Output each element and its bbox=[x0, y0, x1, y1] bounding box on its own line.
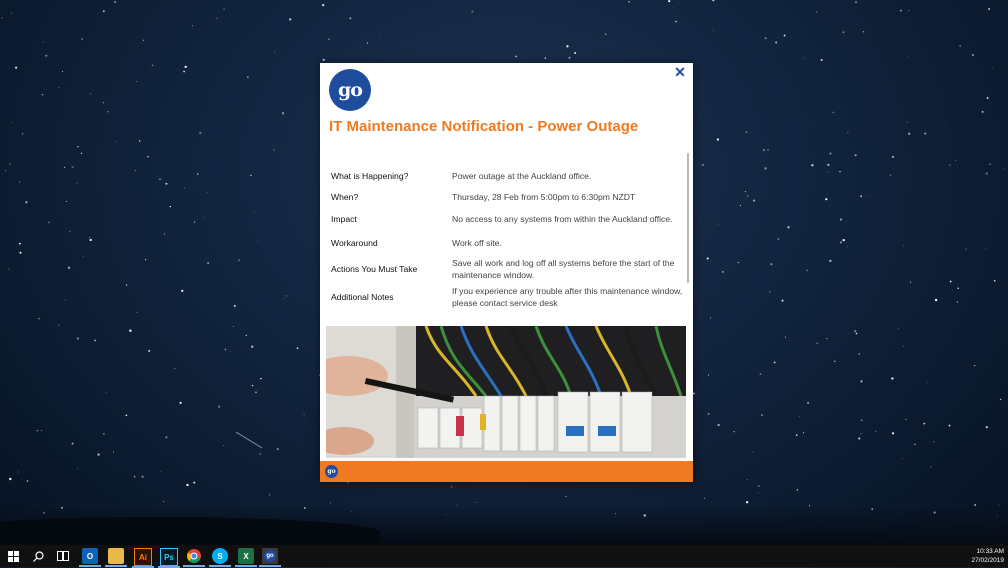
outlook-icon[interactable]: O bbox=[79, 548, 101, 567]
detail-label: Impact bbox=[331, 214, 357, 224]
excel-icon[interactable]: X bbox=[235, 548, 257, 567]
detail-value: Save all work and log off all systems be… bbox=[452, 258, 675, 280]
detail-label: Workaround bbox=[331, 238, 378, 248]
go-app-icon-text: go bbox=[264, 550, 276, 562]
outlook-icon-text: O bbox=[86, 551, 94, 561]
popup-footer: go bbox=[320, 461, 693, 482]
maintenance-popup: ✕ go IT Maintenance Notification - Power… bbox=[320, 63, 693, 482]
electrical-panel-illustration bbox=[326, 326, 686, 458]
go-app-icon[interactable]: go bbox=[259, 548, 281, 567]
photoshop-icon[interactable]: Ps bbox=[158, 548, 180, 568]
footer-go-logo: go bbox=[325, 465, 338, 478]
search-icon[interactable] bbox=[30, 548, 46, 564]
illustrator-icon-text: Ai bbox=[139, 552, 147, 562]
go-logo: go bbox=[329, 69, 371, 111]
chrome-icon[interactable] bbox=[183, 548, 205, 567]
windows-start-icon[interactable] bbox=[5, 548, 21, 564]
clock-date: 27/02/2019 bbox=[971, 557, 1004, 564]
excel-icon-text: X bbox=[243, 551, 249, 561]
detail-value: No access to any systems from within the… bbox=[452, 214, 673, 224]
task-view-icon[interactable] bbox=[55, 548, 71, 564]
detail-value: If you experience any trouble after this… bbox=[452, 286, 683, 308]
logo-text: go bbox=[338, 79, 363, 101]
scrollbar[interactable] bbox=[687, 153, 689, 283]
detail-label: What is Happening? bbox=[331, 171, 409, 181]
detail-value: Power outage at the Auckland office. bbox=[452, 171, 592, 181]
clock-time: 10:33 AM bbox=[976, 548, 1004, 555]
footer-logo-text: go bbox=[327, 468, 336, 475]
illustrator-icon[interactable]: Ai bbox=[132, 548, 154, 568]
detail-label: Additional Notes bbox=[331, 292, 394, 302]
photoshop-icon-text: Ps bbox=[164, 552, 174, 562]
skype-icon-text: S bbox=[217, 551, 223, 561]
taskbar: O Ai Ps S X go 10:33 AM 27/02/2019 bbox=[0, 545, 1008, 568]
detail-label: Actions You Must Take bbox=[331, 264, 418, 274]
detail-label: When? bbox=[331, 192, 359, 202]
popup-title: IT Maintenance Notification - Power Outa… bbox=[329, 118, 639, 135]
detail-value: Work off site. bbox=[452, 238, 502, 248]
file-explorer-icon[interactable] bbox=[105, 548, 127, 567]
electrical-panel-image bbox=[326, 326, 686, 458]
detail-value: Thursday, 28 Feb from 5:00pm to 6:30pm N… bbox=[452, 192, 636, 202]
close-icon[interactable]: ✕ bbox=[673, 65, 687, 79]
skype-icon[interactable]: S bbox=[209, 548, 231, 567]
system-clock[interactable]: 10:33 AM 27/02/2019 bbox=[971, 547, 1004, 565]
